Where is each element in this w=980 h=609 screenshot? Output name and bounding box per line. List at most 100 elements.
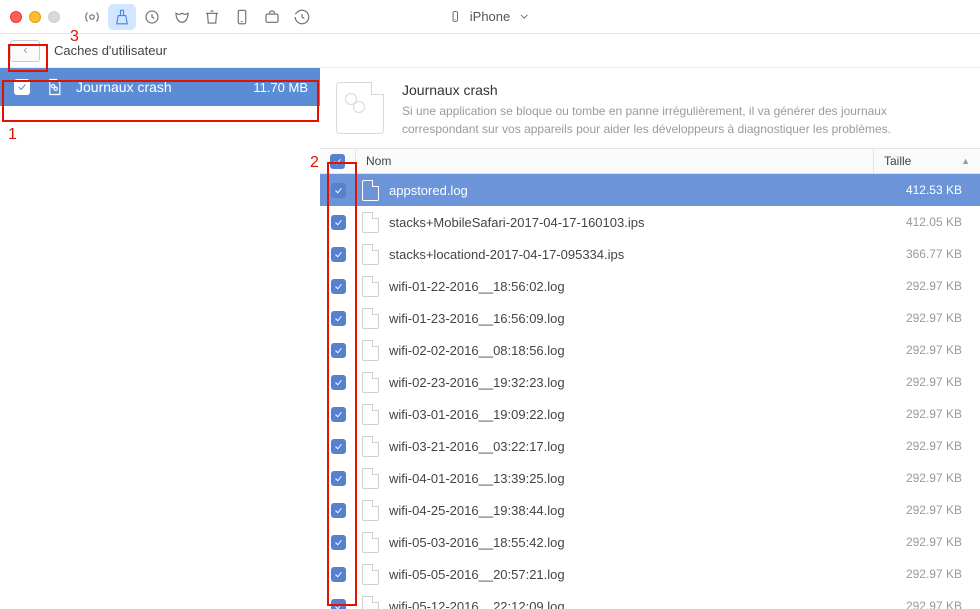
row-checkbox-cell[interactable] (320, 215, 356, 230)
row-checkbox[interactable] (331, 375, 346, 390)
checkmark-icon (334, 346, 343, 355)
row-checkbox-cell[interactable] (320, 503, 356, 518)
row-name-cell: wifi-02-02-2016__08:18:56.log (356, 340, 874, 361)
breadcrumb-label: Caches d'utilisateur (54, 43, 167, 58)
row-checkbox-cell[interactable] (320, 183, 356, 198)
history-icon[interactable] (288, 4, 316, 30)
details-description: Si une application se bloque ou tombe en… (402, 102, 962, 138)
clock-icon[interactable] (138, 4, 166, 30)
table-row[interactable]: appstored.log412.53 KB (320, 174, 980, 206)
row-checkbox-cell[interactable] (320, 407, 356, 422)
airdrop-icon[interactable] (78, 4, 106, 30)
checkmark-icon (334, 410, 343, 419)
table-row[interactable]: wifi-05-05-2016__20:57:21.log 292.97 KB (320, 558, 980, 590)
file-icon (362, 564, 379, 585)
device-selector[interactable]: iPhone (449, 9, 531, 24)
file-size: 412.53 KB (874, 183, 980, 197)
row-checkbox-cell[interactable] (320, 343, 356, 358)
file-size: 292.97 KB (874, 567, 980, 581)
row-checkbox-cell[interactable] (320, 471, 356, 486)
row-checkbox[interactable] (331, 471, 346, 486)
file-name: wifi-05-05-2016__20:57:21.log (389, 567, 565, 582)
row-checkbox-cell[interactable] (320, 599, 356, 609)
file-size: 366.77 KB (874, 247, 980, 261)
file-size: 292.97 KB (874, 535, 980, 549)
minimize-window-button[interactable] (29, 11, 41, 23)
table-row[interactable]: wifi-03-21-2016__03:22:17.log292.97 KB (320, 430, 980, 462)
file-name: wifi-01-22-2016__18:56:02.log (389, 279, 565, 294)
row-checkbox-cell[interactable] (320, 247, 356, 262)
table-row[interactable]: wifi-05-03-2016__18:55:42.log292.97 KB (320, 526, 980, 558)
tablet-icon[interactable] (228, 4, 256, 30)
trash-icon[interactable] (198, 4, 226, 30)
row-checkbox[interactable] (331, 535, 346, 550)
file-name: stacks+locationd-2017-04-17-095334.ips (389, 247, 624, 262)
select-all-checkbox[interactable] (330, 154, 345, 169)
row-checkbox-cell[interactable] (320, 279, 356, 294)
sidebar-item-crash-logs[interactable]: Journaux crash 11.70 MB (0, 68, 320, 106)
table-row[interactable]: wifi-01-22-2016__18:56:02.log 292.97 KB (320, 270, 980, 302)
file-size: 292.97 KB (874, 439, 980, 453)
row-name-cell: wifi-05-05-2016__20:57:21.log (356, 564, 874, 585)
file-size: 292.97 KB (874, 375, 980, 389)
close-window-button[interactable] (10, 11, 22, 23)
row-name-cell: appstored.log (356, 180, 874, 201)
row-checkbox[interactable] (331, 215, 346, 230)
header-checkbox-cell[interactable] (320, 149, 356, 173)
table-row[interactable]: wifi-04-01-2016__13:39:25.log292.97 KB (320, 462, 980, 494)
cleaner-icon[interactable] (108, 4, 136, 30)
row-checkbox[interactable] (331, 407, 346, 422)
table-row[interactable]: wifi-02-02-2016__08:18:56.log292.97 KB (320, 334, 980, 366)
file-icon (362, 244, 379, 265)
row-checkbox[interactable] (331, 183, 346, 198)
table-body: appstored.log412.53 KBstacks+MobileSafar… (320, 174, 980, 609)
table-row[interactable]: wifi-04-25-2016__19:38:44.log292.97 KB (320, 494, 980, 526)
row-checkbox-cell[interactable] (320, 311, 356, 326)
briefcase-icon[interactable] (258, 4, 286, 30)
table-row[interactable]: wifi-03-01-2016__19:09:22.log 292.97 KB (320, 398, 980, 430)
file-icon (362, 468, 379, 489)
row-checkbox[interactable] (331, 439, 346, 454)
file-icon (362, 532, 379, 553)
file-size: 292.97 KB (874, 311, 980, 325)
table-header: Nom Taille ▲ (320, 148, 980, 174)
table-row[interactable]: wifi-02-23-2016__19:32:23.log 292.97 KB (320, 366, 980, 398)
column-header-size[interactable]: Taille ▲ (874, 149, 980, 173)
file-size: 292.97 KB (874, 407, 980, 421)
file-name: wifi-03-01-2016__19:09:22.log (389, 407, 565, 422)
file-size: 292.97 KB (874, 279, 980, 293)
row-checkbox-cell[interactable] (320, 439, 356, 454)
details-header: Journaux crash Si une application se blo… (320, 68, 980, 148)
device-label: iPhone (470, 9, 510, 24)
table-row[interactable]: stacks+MobileSafari-2017-04-17-160103.ip… (320, 206, 980, 238)
file-name: wifi-02-23-2016__19:32:23.log (389, 375, 565, 390)
file-size: 292.97 KB (874, 471, 980, 485)
row-checkbox[interactable] (331, 343, 346, 358)
column-header-name[interactable]: Nom (356, 149, 874, 173)
back-button[interactable] (10, 40, 40, 62)
row-checkbox-cell[interactable] (320, 535, 356, 550)
checkmark-icon (334, 570, 343, 579)
file-icon (362, 596, 379, 609)
category-checkbox[interactable] (14, 79, 30, 95)
main-area: Journaux crash 11.70 MB Journaux crash S… (0, 68, 980, 609)
column-header-size-label: Taille (884, 154, 911, 168)
row-checkbox[interactable] (331, 311, 346, 326)
table-row[interactable]: wifi-01-23-2016__16:56:09.log292.97 KB (320, 302, 980, 334)
row-checkbox[interactable] (331, 599, 346, 609)
row-checkbox[interactable] (331, 503, 346, 518)
table-row[interactable]: stacks+locationd-2017-04-17-095334.ips 36… (320, 238, 980, 270)
row-checkbox[interactable] (331, 567, 346, 582)
row-checkbox-cell[interactable] (320, 567, 356, 582)
checkmark-icon (333, 157, 342, 166)
file-icon (362, 276, 379, 297)
mask-icon[interactable] (168, 4, 196, 30)
row-checkbox[interactable] (331, 247, 346, 262)
row-name-cell: wifi-01-22-2016__18:56:02.log (356, 276, 874, 297)
file-icon (362, 308, 379, 329)
file-table: Nom Taille ▲ appstored.log412.53 KBstack… (320, 148, 980, 609)
checkmark-icon (334, 314, 343, 323)
row-checkbox-cell[interactable] (320, 375, 356, 390)
row-checkbox[interactable] (331, 279, 346, 294)
table-row[interactable]: wifi-05-12-2016__22:12:09.log292.97 KB (320, 590, 980, 609)
